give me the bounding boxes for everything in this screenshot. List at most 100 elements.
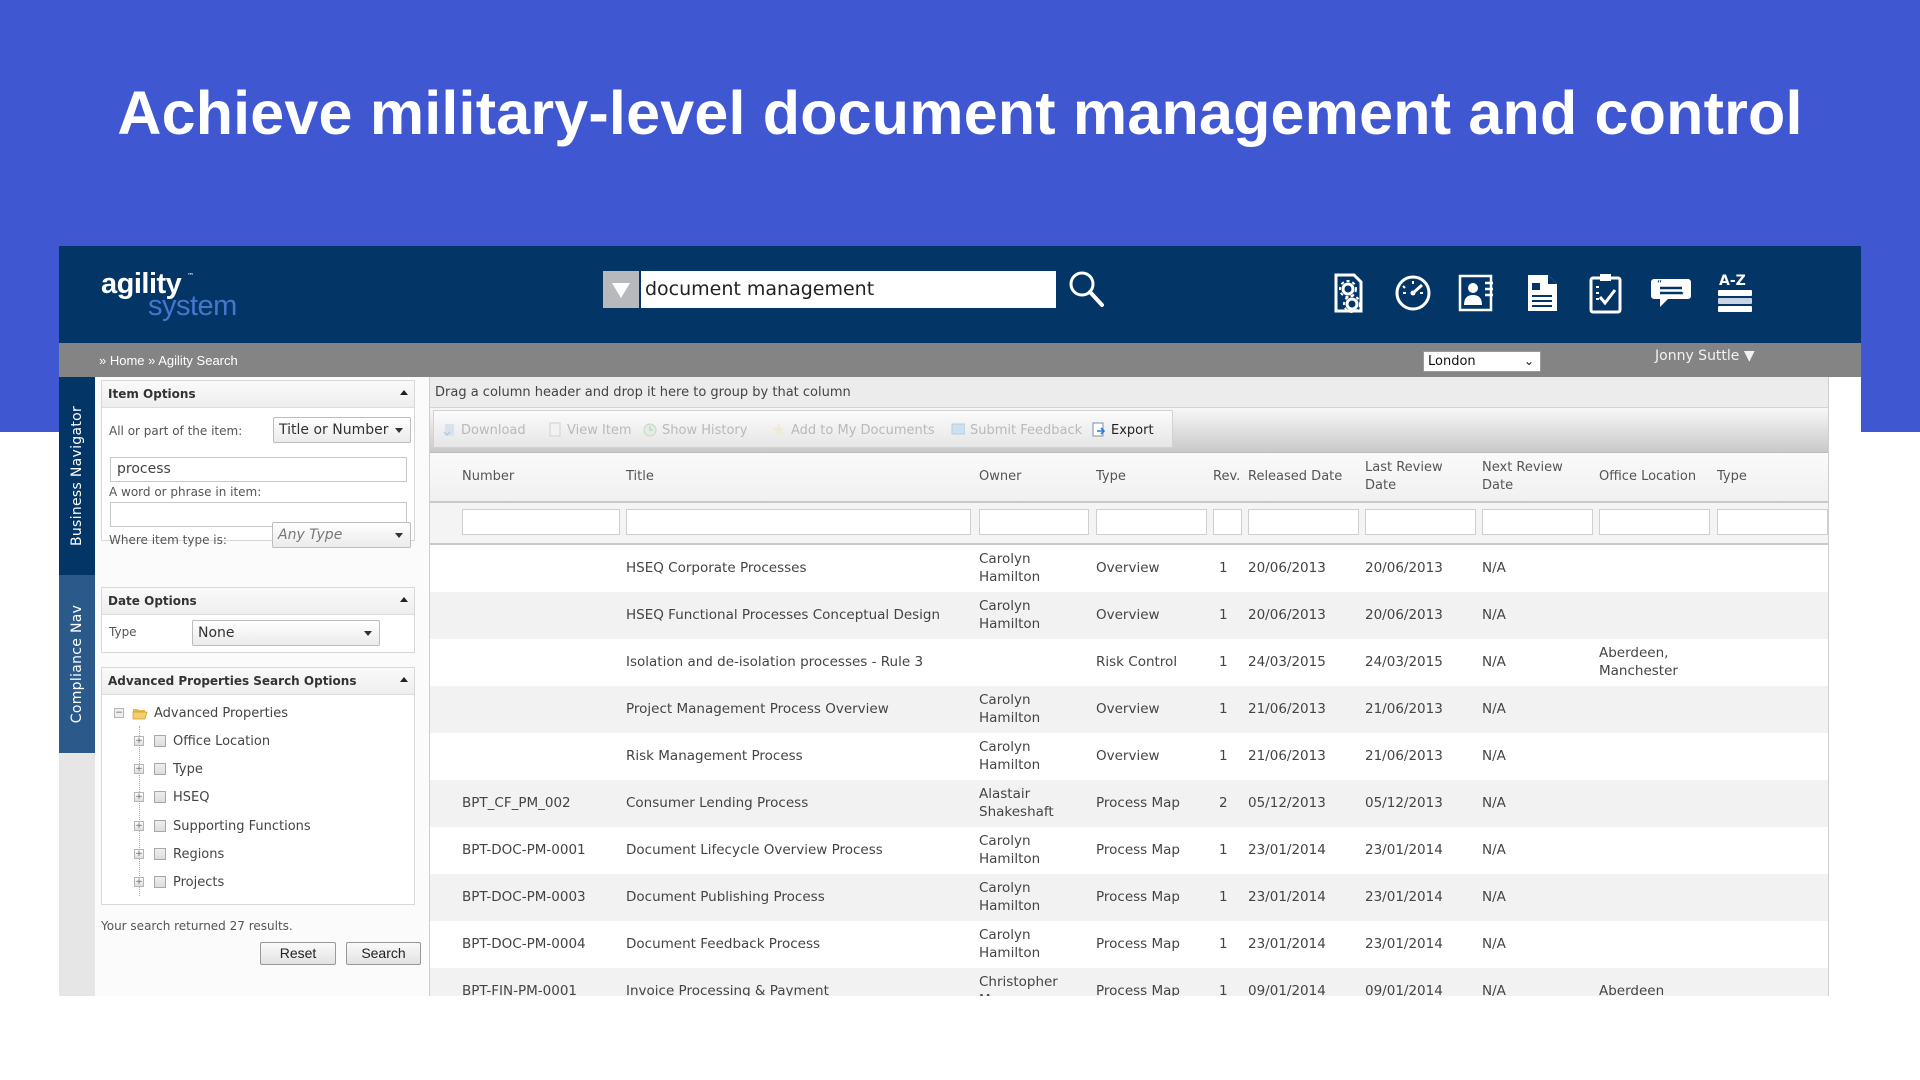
process-settings-icon[interactable]	[1329, 271, 1369, 315]
column-header-released-date[interactable]: Released Date	[1248, 468, 1342, 486]
submit-feedback-button[interactable]: Submit Feedback	[951, 422, 1082, 438]
collapse-icon[interactable]	[400, 597, 408, 602]
reset-button[interactable]: Reset	[260, 942, 336, 965]
breadcrumb[interactable]: » Home » Agility Search	[99, 353, 238, 368]
clipboard-check-icon[interactable]	[1586, 271, 1626, 315]
global-search-input[interactable]: document management	[641, 271, 1056, 308]
column-header-type-2[interactable]: Type	[1717, 468, 1747, 486]
breadcrumb-bar: » Home » Agility Search London ⌄ Jonny S…	[59, 343, 1861, 377]
search-scope-dropdown[interactable]	[603, 271, 639, 308]
advanced-properties-header[interactable]: Advanced Properties Search Options	[102, 668, 414, 695]
table-row[interactable]: HSEQ Corporate Processes Carolyn Hamilton O…	[430, 545, 1828, 592]
table-row[interactable]: BPT_CF_PM_002 Consumer Lending Process Ala…	[430, 780, 1828, 827]
filter-released-date[interactable]	[1248, 509, 1359, 535]
expand-icon[interactable]: +	[134, 792, 144, 802]
table-row[interactable]: BPT-DOC-PM-0001 Document Lifecycle Overvi…	[430, 827, 1828, 874]
cell-next-review-date: N/A	[1482, 748, 1506, 764]
search-button[interactable]: Search	[346, 942, 421, 965]
tool-label: View Item	[567, 423, 632, 438]
column-header-title[interactable]: Title	[626, 468, 654, 486]
cell-owner: Alastair Shakeshaft	[979, 785, 1054, 821]
column-header-next-review-date[interactable]: Next Review Date	[1482, 459, 1572, 495]
item-options-header[interactable]: Item Options	[102, 381, 414, 408]
filter-office-location[interactable]	[1599, 509, 1710, 535]
expand-icon[interactable]: +	[134, 764, 144, 774]
dashboard-gauge-icon[interactable]	[1393, 271, 1433, 315]
column-header-rev[interactable]: Rev.	[1213, 468, 1240, 486]
download-button[interactable]: Download	[442, 422, 526, 438]
table-row[interactable]: BPT-DOC-PM-0004 Document Feedback Process…	[430, 921, 1828, 968]
agility-logo[interactable]: agility ™ system	[101, 268, 251, 328]
cell-owner-line: Carolyn	[979, 833, 1031, 849]
location-select[interactable]: London ⌄	[1423, 351, 1541, 372]
all-or-part-select[interactable]: Title or Number	[273, 417, 411, 443]
cell-next-review-date: N/A	[1482, 889, 1506, 905]
a-z-label: A-Z	[1719, 273, 1746, 289]
filter-type-2[interactable]	[1717, 509, 1828, 535]
cell-rev: 1	[1219, 607, 1228, 623]
add-to-my-documents-button[interactable]: Add to My Documents	[772, 422, 935, 438]
table-row[interactable]: HSEQ Functional Processes Conceptual Des…	[430, 592, 1828, 639]
cell-owner-line: Carolyn	[979, 927, 1031, 943]
item-type-select[interactable]: Any Type	[272, 522, 411, 548]
collapse-icon[interactable]	[400, 390, 408, 395]
filter-rev[interactable]	[1213, 509, 1242, 535]
checkbox[interactable]	[154, 735, 166, 747]
checkbox[interactable]	[154, 791, 166, 803]
group-by-bar[interactable]: Drag a column header and drop it here to…	[430, 377, 1828, 408]
cell-office-location-line: Manchester	[1599, 663, 1678, 679]
user-menu[interactable]: Jonny Suttle ▼	[1655, 348, 1755, 364]
cell-title: Project Management Process Overview	[626, 701, 889, 717]
cell-next-review-date: N/A	[1482, 607, 1506, 623]
export-button[interactable]: Export	[1092, 422, 1154, 438]
side-nav-compliance-nav[interactable]: Compliance Nav	[59, 575, 95, 753]
contacts-icon[interactable]	[1457, 271, 1497, 315]
column-header-last-review-date[interactable]: Last Review Date	[1365, 459, 1455, 495]
search-icon[interactable]	[1065, 268, 1109, 310]
side-nav-business-navigator[interactable]: Business Navigator	[59, 377, 95, 575]
expand-icon[interactable]: +	[134, 821, 144, 831]
table-row[interactable]: BPT-DOC-PM-0003 Document Publishing Proce…	[430, 874, 1828, 921]
a-z-index-icon[interactable]: A-Z	[1715, 271, 1755, 315]
table-row[interactable]: Project Management Process Overview Carol…	[430, 686, 1828, 733]
filter-next-review-date[interactable]	[1482, 509, 1593, 535]
keyword-input[interactable]: process	[110, 457, 407, 482]
feedback-quote-icon[interactable]: “”	[1651, 271, 1691, 315]
table-row[interactable]: BPT-FIN-PM-0001 Invoice Processing & Paym…	[430, 968, 1828, 996]
collapse-tree-icon[interactable]: −	[114, 708, 124, 718]
tool-label: Submit Feedback	[970, 423, 1083, 438]
column-header-office-location[interactable]: Office Location	[1599, 468, 1696, 486]
column-header-owner[interactable]: Owner	[979, 468, 1021, 486]
collapse-icon[interactable]	[400, 677, 408, 682]
filter-row	[430, 503, 1828, 545]
cell-owner-line: Morgan	[979, 991, 1058, 996]
cell-title: Risk Management Process	[626, 748, 803, 764]
checkbox[interactable]	[154, 763, 166, 775]
table-row[interactable]: Risk Management Process Carolyn Hamilton Ov…	[430, 733, 1828, 780]
expand-icon[interactable]: +	[134, 736, 144, 746]
document-icon[interactable]	[1522, 271, 1562, 315]
filter-last-review-date[interactable]	[1365, 509, 1476, 535]
filter-owner[interactable]	[979, 509, 1089, 535]
checkbox[interactable]	[154, 876, 166, 888]
checkbox[interactable]	[154, 820, 166, 832]
expand-icon[interactable]: +	[134, 877, 144, 887]
tree-item-label: Office Location	[173, 734, 271, 749]
column-header-number[interactable]: Number	[462, 468, 514, 486]
view-item-button[interactable]: View Item	[548, 422, 632, 438]
column-header-type[interactable]: Type	[1096, 468, 1126, 486]
table-row[interactable]: Isolation and de-isolation processes - R…	[430, 639, 1828, 686]
show-history-button[interactable]: Show History	[643, 422, 747, 438]
cell-owner-line: Hamilton	[979, 616, 1041, 632]
date-type-select[interactable]: None	[192, 620, 380, 646]
cell-last-review-date: 05/12/2013	[1365, 795, 1443, 811]
filter-type[interactable]	[1096, 509, 1207, 535]
phrase-label: A word or phrase in item:	[109, 485, 262, 499]
side-nav-label: Business Navigator	[69, 405, 85, 547]
date-options-header[interactable]: Date Options	[102, 588, 414, 615]
expand-icon[interactable]: +	[134, 849, 144, 859]
checkbox[interactable]	[154, 848, 166, 860]
filter-title[interactable]	[626, 509, 971, 535]
side-nav-label: Compliance Nav	[69, 604, 85, 724]
filter-number[interactable]	[462, 509, 620, 535]
